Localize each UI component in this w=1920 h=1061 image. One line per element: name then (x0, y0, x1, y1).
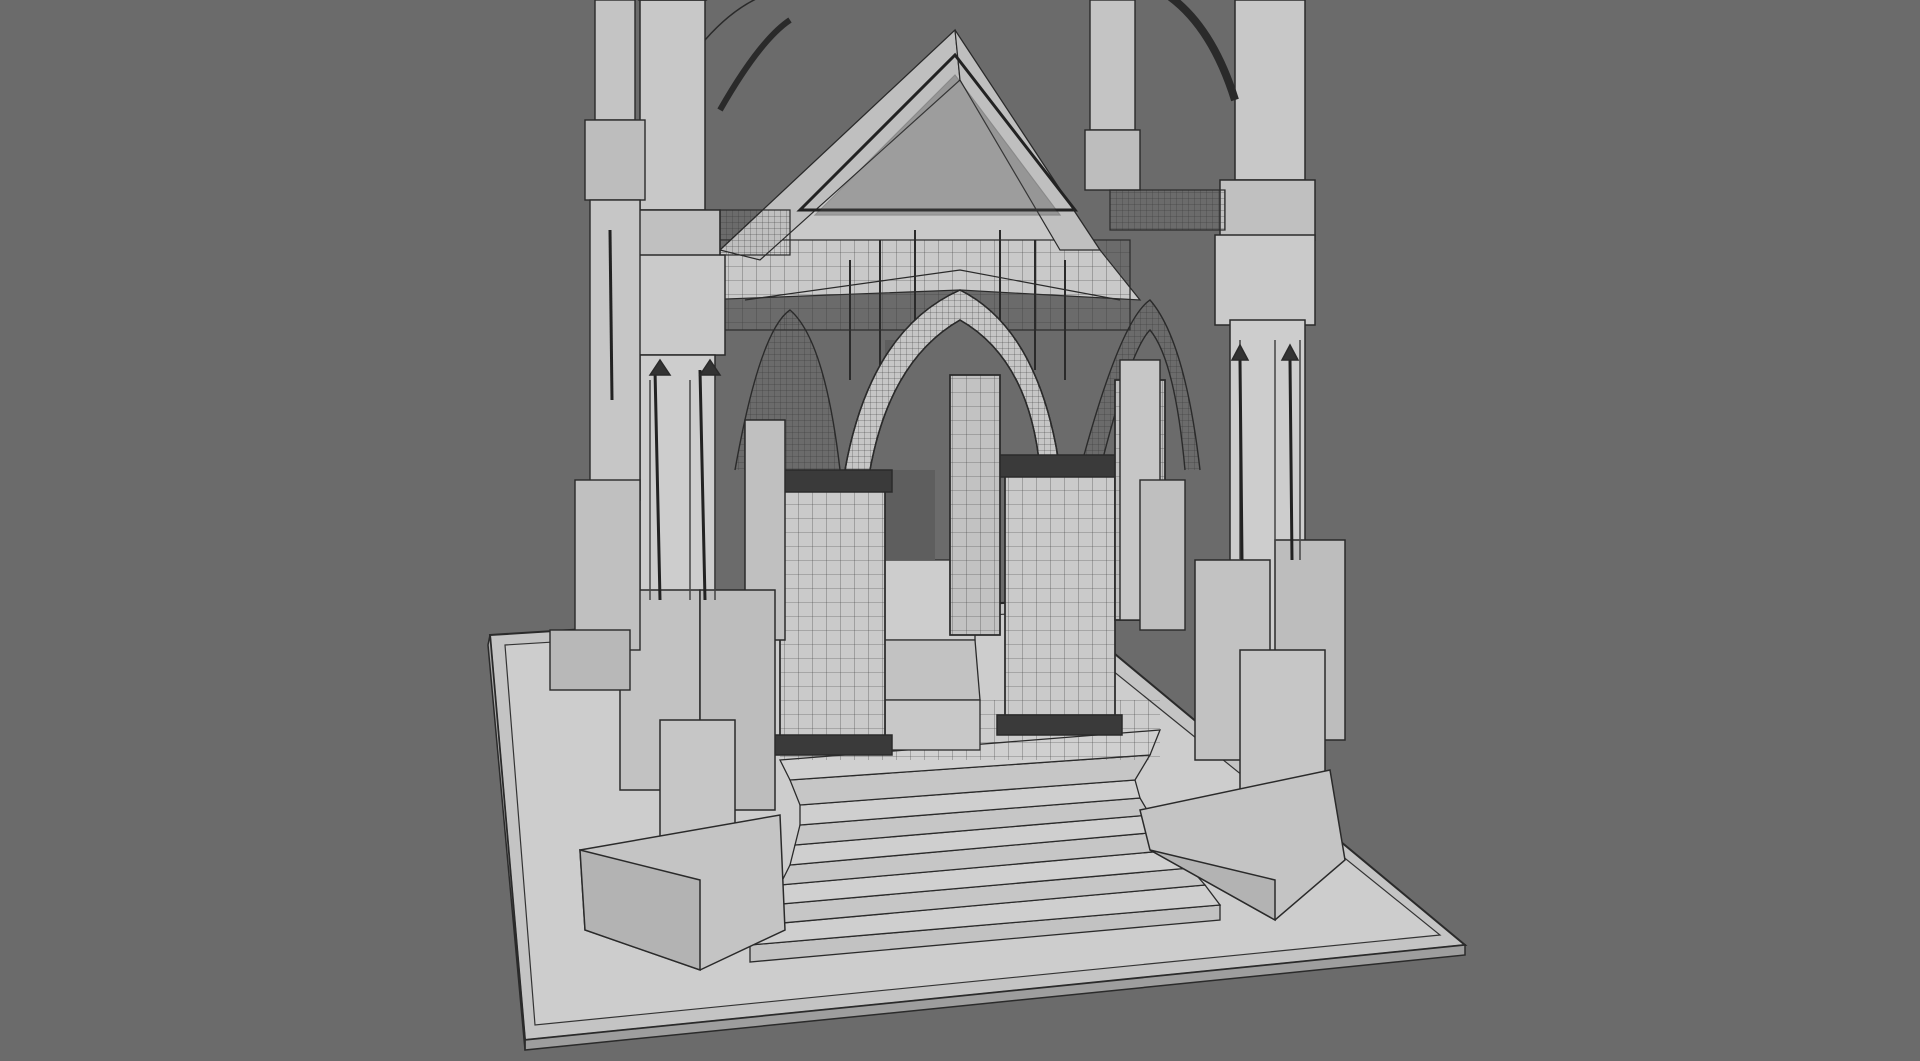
left-back-pier (549, 0, 646, 691)
3d-viewport[interactable] (0, 0, 1920, 1061)
wireframe-model-render (487, 0, 1468, 1051)
